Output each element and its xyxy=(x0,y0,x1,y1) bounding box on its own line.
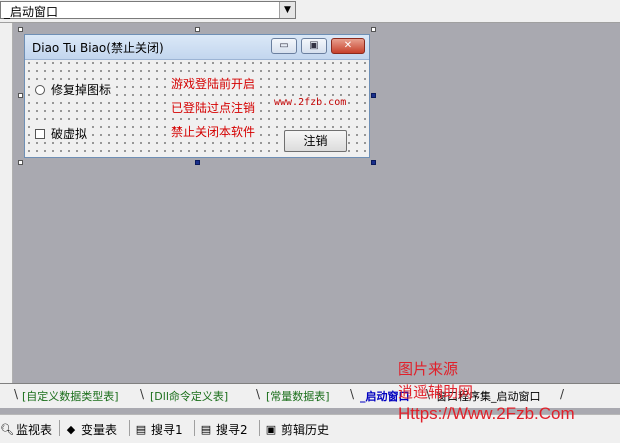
red-label-1: 游戏登陆前开启 xyxy=(171,75,256,92)
close-icon: ✕ xyxy=(343,40,353,51)
radio-label: 修复掉图标 xyxy=(51,83,112,97)
form-titlebar[interactable]: Diao Tu Biao(禁止关闭) ▭ ▣ ✕ xyxy=(25,35,369,60)
minimize-button[interactable]: ▭ xyxy=(271,38,297,54)
tab-constants[interactable]: [常量数据表] xyxy=(266,388,330,404)
chevron-down-icon[interactable]: ▼ xyxy=(279,2,295,18)
resize-handle-se[interactable] xyxy=(371,160,376,165)
variables-table-button[interactable]: ◆ 变量表 xyxy=(65,421,117,438)
search-doc-icon: ▤ xyxy=(135,422,147,436)
maximize-button[interactable]: ▣ xyxy=(301,38,327,54)
form-title: Diao Tu Biao(禁止关闭) xyxy=(32,41,164,55)
red-label-3: 禁止关闭本软件 xyxy=(171,123,256,140)
checkbox-label: 破虚拟 xyxy=(51,127,88,141)
red-label-2: 已登陆过点注销 xyxy=(171,99,256,116)
radio-indicator[interactable] xyxy=(35,84,45,95)
resize-handle-n[interactable] xyxy=(195,27,200,32)
clip-history-button[interactable]: ▣ 剪辑历史 xyxy=(265,421,329,438)
tab-dll-commands[interactable]: [Dll命令定义表] xyxy=(150,388,228,404)
window-select-combo[interactable]: _启动窗口 ▼ xyxy=(0,1,296,19)
variables-icon: ◆ xyxy=(66,422,76,436)
designed-form-window[interactable]: Diao Tu Biao(禁止关闭) ▭ ▣ ✕ 修复掉图标 破虚拟 游戏登陆前… xyxy=(24,34,370,158)
watermark-line-1: 图片来源 xyxy=(398,360,459,378)
search2-button[interactable]: ▤ 搜寻2 xyxy=(200,421,248,438)
resize-handle-nw[interactable] xyxy=(18,27,23,32)
maximize-icon: ▣ xyxy=(309,40,319,51)
left-ruler xyxy=(0,23,13,383)
minimize-icon: ▭ xyxy=(279,40,289,51)
magnifier-icon: 🔍︎ xyxy=(0,422,14,436)
clipboard-icon: ▣ xyxy=(265,422,277,436)
tab-custom-types[interactable]: [自定义数据类型表] xyxy=(22,388,119,404)
search1-button[interactable]: ▤ 搜寻1 xyxy=(135,421,183,438)
repair-icon-radio[interactable]: 修复掉图标 xyxy=(35,81,114,98)
logout-button[interactable]: 注销 xyxy=(284,130,347,152)
top-toolbar: _启动窗口 ▼ xyxy=(0,0,620,23)
resize-handle-sw[interactable] xyxy=(18,160,23,165)
watch-table-button[interactable]: 🔍︎ 监视表 xyxy=(0,421,52,438)
window-select-value: _启动窗口 xyxy=(4,5,59,19)
watermark-url: Https://Www.2Fzb.Com xyxy=(398,404,575,423)
search-doc-icon: ▤ xyxy=(200,422,212,436)
close-button[interactable]: ✕ xyxy=(331,38,365,54)
checkbox-indicator[interactable] xyxy=(35,128,45,139)
watermark-line-2: 逍遥辅助网 xyxy=(398,383,474,401)
break-virtual-checkbox[interactable]: 破虚拟 xyxy=(35,125,90,142)
resize-handle-w[interactable] xyxy=(18,93,23,98)
resize-handle-s[interactable] xyxy=(195,160,200,165)
website-label: www.2fzb.com xyxy=(274,97,347,108)
resize-handle-ne[interactable] xyxy=(371,27,376,32)
resize-handle-e[interactable] xyxy=(371,93,376,98)
